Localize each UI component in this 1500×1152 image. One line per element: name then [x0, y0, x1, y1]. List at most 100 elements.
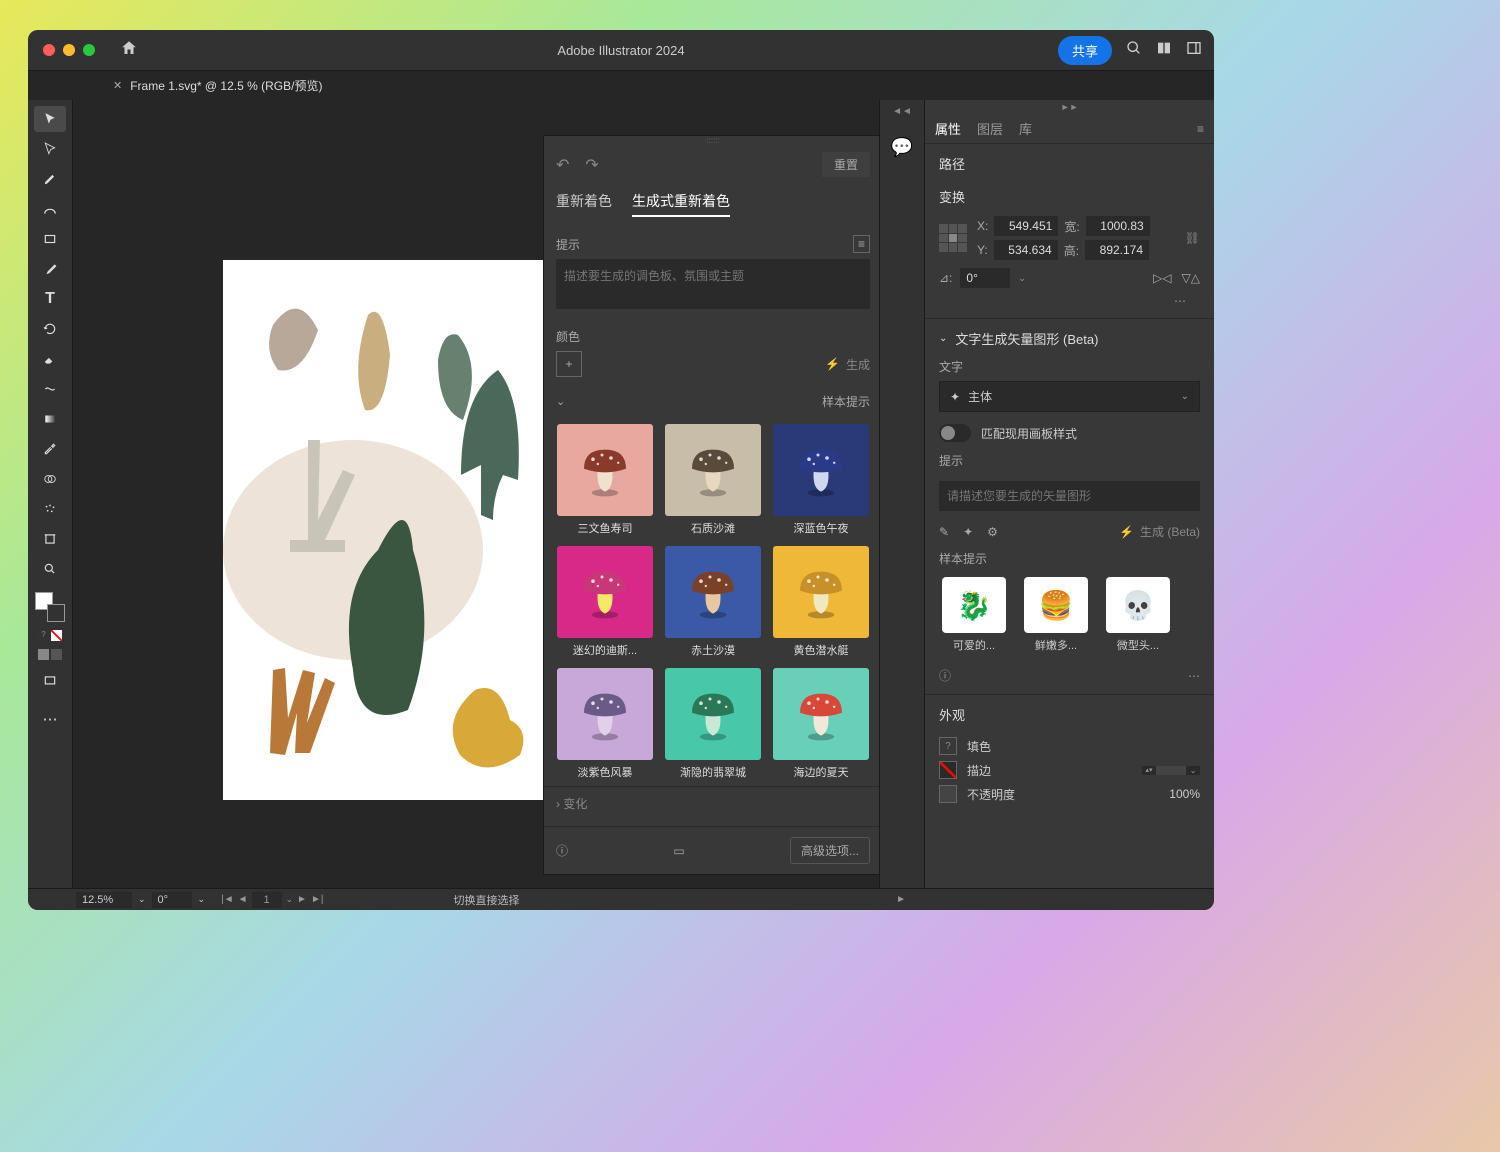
angle-dropdown-icon[interactable]: ⌄: [194, 894, 210, 905]
panel-drag-handle[interactable]: ::::::: [544, 136, 879, 144]
info-icon[interactable]: ⓘ: [939, 667, 951, 684]
home-button[interactable]: [120, 39, 138, 62]
advanced-options-button[interactable]: 高级选项...: [790, 837, 870, 864]
reset-button[interactable]: 重置: [822, 152, 870, 177]
width-tool[interactable]: [34, 376, 66, 402]
artboard-tool[interactable]: [34, 526, 66, 552]
collapse-panels-button[interactable]: ◄◄: [892, 106, 912, 117]
zoom-tool[interactable]: [34, 556, 66, 582]
x-input[interactable]: [994, 216, 1058, 236]
comments-icon[interactable]: 💬: [891, 137, 913, 158]
constrain-proportions-icon[interactable]: ⛓: [1185, 231, 1200, 245]
maximize-window-button[interactable]: [83, 44, 95, 56]
rotate-view-field[interactable]: 0°: [152, 892, 192, 908]
tab-layers[interactable]: 图层: [977, 113, 1003, 144]
sample-prompt-item[interactable]: 黄色潜水艇: [772, 546, 870, 658]
height-input[interactable]: [1085, 240, 1149, 260]
shape-builder-tool[interactable]: [34, 466, 66, 492]
collapse-right-button[interactable]: ►►: [925, 100, 1214, 114]
sample-prompt-item[interactable]: 赤土沙漠: [664, 546, 762, 658]
rectangle-tool[interactable]: [34, 226, 66, 252]
eraser-tool[interactable]: [34, 346, 66, 372]
reference-point-widget[interactable]: [939, 224, 967, 252]
more-samples-button[interactable]: ⋯: [1188, 669, 1200, 683]
prompt-menu-icon[interactable]: ≡: [853, 235, 870, 253]
variations-section[interactable]: › 变化: [544, 786, 879, 820]
sample-prompt-item[interactable]: 渐隐的翡翠城: [664, 668, 762, 780]
vector-sample-item[interactable]: 💀 微型头...: [1103, 577, 1173, 653]
rotate-tool[interactable]: [34, 316, 66, 342]
search-icon[interactable]: [1126, 40, 1142, 61]
match-style-toggle[interactable]: [939, 424, 971, 442]
artboard-number-field[interactable]: 1: [252, 892, 282, 908]
rotate-input[interactable]: [960, 268, 1010, 288]
sample-prompt-item[interactable]: 迷幻的迪斯...: [556, 546, 654, 658]
edit-toolbar-button[interactable]: ⋯: [34, 706, 66, 732]
flip-vertical-icon[interactable]: ▽△: [1182, 271, 1200, 285]
paintbrush-tool[interactable]: [34, 256, 66, 282]
prompt-textarea[interactable]: [556, 259, 870, 309]
flip-horizontal-icon[interactable]: ▷◁: [1153, 271, 1171, 285]
screen-mode-tool[interactable]: [34, 668, 66, 694]
symbol-sprayer-tool[interactable]: [34, 496, 66, 522]
subtype-dropdown[interactable]: ✦ 主体 ⌄: [939, 381, 1200, 412]
scroll-right-button[interactable]: ►: [896, 894, 906, 905]
minimize-window-button[interactable]: [63, 44, 75, 56]
selection-tool[interactable]: [34, 106, 66, 132]
next-artboard-button[interactable]: ►: [297, 894, 307, 905]
inspiration-icon[interactable]: ✦: [963, 525, 973, 539]
tab-libraries[interactable]: 库: [1019, 113, 1032, 144]
last-artboard-button[interactable]: ►|: [311, 894, 324, 905]
opacity-swatch[interactable]: [939, 785, 957, 803]
share-button[interactable]: 共享: [1058, 36, 1112, 65]
panel-toggle-icon[interactable]: [1186, 40, 1202, 61]
text-to-vector-header[interactable]: ⌄ 文字生成矢量图形 (Beta): [939, 329, 1200, 348]
opacity-value[interactable]: 100%: [1169, 787, 1200, 801]
recolor-tab[interactable]: 重新着色: [556, 191, 612, 217]
panel-menu-icon[interactable]: ≡: [1197, 122, 1204, 136]
settings-icon[interactable]: ⚙: [987, 525, 998, 539]
zoom-dropdown-icon[interactable]: ⌄: [134, 894, 150, 905]
transform-more-button[interactable]: ⋯: [939, 288, 1200, 308]
rotate-dropdown-icon[interactable]: ⌄: [1018, 273, 1026, 284]
add-color-button[interactable]: +: [556, 351, 582, 377]
draw-mode-swatches[interactable]: [38, 649, 62, 660]
stroke-weight-stepper[interactable]: ▴▾⌄: [1142, 766, 1200, 775]
folder-icon[interactable]: ▭: [673, 844, 684, 858]
generate-button[interactable]: ⚡ 生成: [825, 356, 870, 373]
style-picker-icon[interactable]: ✎: [939, 525, 949, 539]
width-input[interactable]: [1086, 216, 1150, 236]
first-artboard-button[interactable]: |◄: [221, 894, 234, 905]
gradient-tool[interactable]: [34, 406, 66, 432]
generative-recolor-tab[interactable]: 生成式重新着色: [632, 191, 730, 217]
type-tool[interactable]: T: [34, 286, 66, 312]
document-tab[interactable]: ✕ Frame 1.svg* @ 12.5 % (RGB/预览): [113, 77, 322, 94]
canvas[interactable]: :::::: ↶ ↷ 重置 重新着色 生成式重新着色 提示≡ 颜色: [73, 100, 879, 888]
workspace-icon[interactable]: [1156, 40, 1172, 61]
sample-prompt-item[interactable]: 海边的夏天: [772, 668, 870, 780]
undo-button[interactable]: ↶: [556, 155, 569, 175]
color-mode-swatches[interactable]: ?: [38, 630, 62, 641]
sample-prompt-item[interactable]: 三文鱼寿司: [556, 424, 654, 536]
sample-prompt-item[interactable]: 深蓝色午夜: [772, 424, 870, 536]
close-tab-icon[interactable]: ✕: [113, 79, 122, 92]
curvature-tool[interactable]: [34, 196, 66, 222]
vector-prompt-input[interactable]: [939, 481, 1200, 511]
eyedropper-tool[interactable]: [34, 436, 66, 462]
sample-prompt-item[interactable]: 石质沙滩: [664, 424, 762, 536]
y-input[interactable]: [994, 240, 1058, 260]
direct-selection-tool[interactable]: [34, 136, 66, 162]
close-window-button[interactable]: [43, 44, 55, 56]
info-icon[interactable]: ⓘ: [556, 842, 568, 859]
artboard-dropdown-icon[interactable]: ⌄: [286, 894, 294, 905]
prev-artboard-button[interactable]: ◄: [238, 894, 248, 905]
fill-swatch[interactable]: ?: [939, 737, 957, 755]
fill-stroke-swatches[interactable]: [35, 592, 65, 622]
tab-properties[interactable]: 属性: [935, 113, 961, 144]
vector-sample-item[interactable]: 🍔 鲜嫩多...: [1021, 577, 1091, 653]
redo-button[interactable]: ↷: [585, 155, 598, 175]
sample-prompt-item[interactable]: 淡紫色风暴: [556, 668, 654, 780]
pen-tool[interactable]: [34, 166, 66, 192]
zoom-field[interactable]: 12.5%: [76, 892, 132, 908]
stroke-swatch[interactable]: [939, 761, 957, 779]
